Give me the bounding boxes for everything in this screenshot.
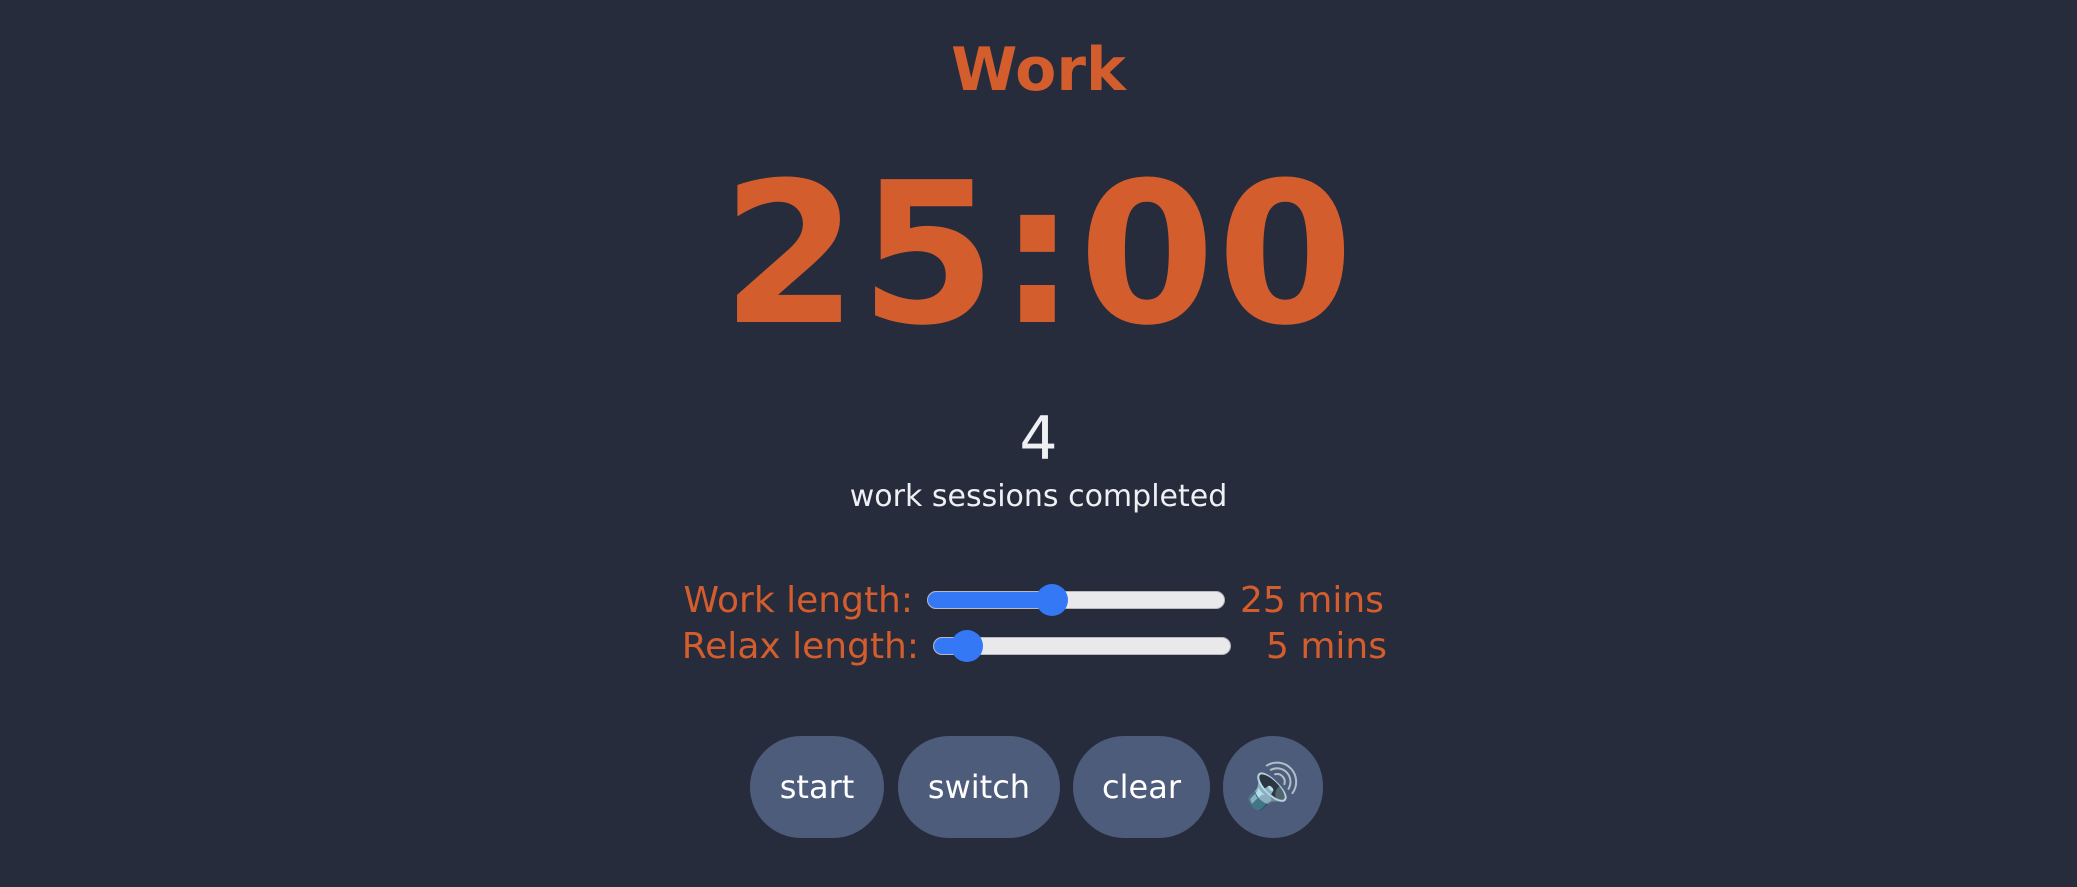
sessions-label: work sessions completed	[849, 479, 1228, 514]
start-button[interactable]: start	[750, 736, 884, 838]
speaker-icon: 🔊	[1245, 761, 1301, 812]
mode-title: Work	[951, 35, 1126, 105]
relax-length-slider-thumb[interactable]	[950, 630, 983, 662]
work-length-value: 25 mins	[1240, 580, 1384, 621]
relax-length-value: 5 mins	[1266, 626, 1387, 667]
work-length-slider-fill	[928, 592, 1053, 608]
sessions-count: 4	[1019, 404, 1058, 474]
pomodoro-app: Work 25:00 4 work sessions completed Wor…	[0, 0, 2077, 887]
switch-button[interactable]: switch	[898, 736, 1060, 838]
clear-button[interactable]: clear	[1073, 736, 1210, 838]
work-length-label: Work length:	[683, 580, 913, 621]
relax-length-slider[interactable]	[933, 630, 1231, 662]
timer-display: 25:00	[721, 141, 1356, 369]
work-length-slider-thumb[interactable]	[1036, 584, 1069, 616]
sound-toggle-button[interactable]: 🔊	[1223, 736, 1323, 838]
work-length-slider[interactable]	[927, 584, 1225, 616]
relax-length-label: Relax length:	[681, 626, 919, 667]
